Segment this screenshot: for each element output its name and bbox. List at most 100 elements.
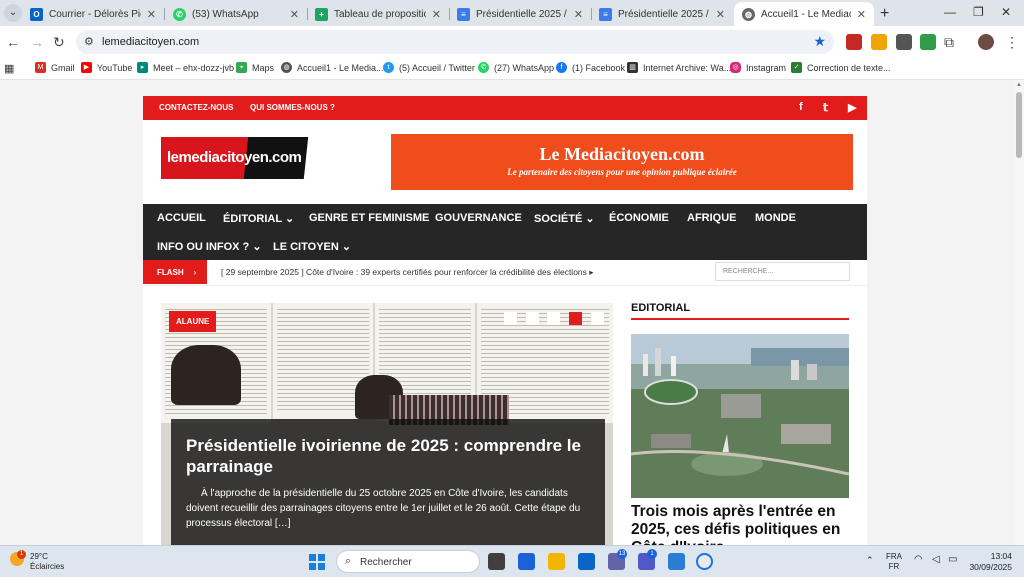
file-explorer-icon[interactable]	[548, 553, 565, 570]
about-link[interactable]: QUI SOMMES-NOUS ?	[250, 103, 335, 112]
reload-icon[interactable]: ↻	[53, 34, 65, 51]
wifi-icon[interactable]: ◠	[914, 555, 923, 565]
tray-chevron-up-icon[interactable]: ⌃	[866, 555, 874, 565]
minimize-icon[interactable]: —	[944, 5, 956, 19]
close-icon[interactable]: ✕	[147, 8, 156, 21]
bookmark-maps[interactable]: ⌖ Maps	[236, 62, 274, 73]
weather-widget[interactable]: 29°C Éclaircies	[30, 552, 64, 572]
nav-afrique[interactable]: AFRIQUE	[687, 212, 737, 224]
bookmark-whatsapp[interactable]: ✆ (27) WhatsApp	[478, 62, 554, 73]
whatsapp-icon: ✆	[173, 7, 186, 21]
hero-slider[interactable]: ALAUNE Présidentielle ivoirienne de 2025…	[161, 303, 613, 545]
language-indicator[interactable]: FRA FR	[886, 552, 902, 572]
window-close-icon[interactable]: ✕	[1001, 5, 1011, 19]
extension-icon[interactable]	[896, 34, 912, 50]
extension-icon[interactable]	[920, 34, 936, 50]
forward-icon[interactable]: →	[30, 34, 44, 50]
chrome-icon[interactable]	[696, 553, 713, 570]
start-button-icon[interactable]	[309, 554, 325, 570]
slider-dot-4[interactable]	[569, 312, 582, 325]
task-view-icon[interactable]	[488, 553, 505, 570]
meet-icon: ▸	[137, 62, 148, 73]
volume-icon[interactable]: ◁	[932, 555, 940, 565]
restore-icon[interactable]: ❐	[973, 5, 984, 19]
twitter-icon[interactable]: 𝕥	[823, 101, 828, 114]
bookmark-correction[interactable]: ✓ Correction de texte...	[791, 62, 891, 73]
photo-person	[171, 345, 241, 405]
globe-icon: ◍	[281, 62, 292, 73]
search-icon: ⌕	[345, 555, 352, 567]
nav-monde[interactable]: MONDE	[755, 212, 796, 224]
nav-le-citoyen[interactable]: LE CITOYEN ⌄	[273, 240, 351, 253]
tab-docs-1[interactable]: ≡ Présidentielle 2025 / Dans ✕	[449, 2, 591, 26]
bookmark-facebook[interactable]: f (1) Facebook	[556, 62, 625, 73]
facebook-icon[interactable]: f	[799, 101, 803, 113]
battery-icon[interactable]: ▭	[948, 555, 957, 565]
close-icon[interactable]: ✕	[716, 8, 725, 21]
tab-search-icon[interactable]: ⌄	[4, 4, 22, 22]
nav-editorial[interactable]: ÉDITORIAL ⌄	[223, 212, 294, 225]
system-clock[interactable]: 13:04 30/09/2025	[960, 551, 1012, 573]
nav-economie[interactable]: ÉCONOMIE	[609, 212, 669, 224]
tab-docs-2[interactable]: ≡ Présidentielle 2025 / Dans ✕	[591, 2, 733, 26]
taskbar-search[interactable]: ⌕ Rechercher	[336, 550, 480, 573]
apps-grid-icon[interactable]: ▦	[4, 62, 14, 75]
scrollbar-thumb[interactable]	[1016, 92, 1022, 158]
page-scrollbar[interactable]: ▲	[1014, 80, 1024, 545]
site-logo[interactable]: lemediacitoyen.com	[161, 137, 309, 179]
tab-whatsapp[interactable]: ✆ (53) WhatsApp ✕	[165, 2, 307, 26]
nav-societe[interactable]: SOCIÉTÉ ⌄	[534, 212, 595, 225]
bookmark-twitter[interactable]: t (5) Accueil / Twitter	[383, 62, 475, 73]
flash-ticker-link[interactable]: [ 29 septembre 2025 ] Côte d'Ivoire : 39…	[221, 267, 594, 278]
header-banner[interactable]: Le Mediacitoyen.com Le partenaire des ci…	[391, 134, 853, 190]
address-bar[interactable]: ⚙ lemediacitoyen.com ★	[76, 30, 834, 54]
slider-dot-5[interactable]	[591, 312, 604, 325]
bookmark-youtube[interactable]: ▶ YouTube	[81, 62, 132, 73]
back-icon[interactable]: ←	[6, 34, 20, 50]
contact-link[interactable]: CONTACTEZ-NOUS	[159, 103, 234, 112]
slider-dot-2[interactable]	[526, 312, 539, 325]
menu-dots-icon[interactable]: ⋮	[1005, 34, 1019, 51]
extensions-puzzle-icon[interactable]: ⧉	[944, 34, 954, 51]
slider-dot-3[interactable]	[547, 312, 560, 325]
scroll-up-icon[interactable]: ▲	[1016, 82, 1022, 88]
nav-gouvernance[interactable]: GOUVERNANCE	[435, 212, 522, 224]
tab-title: Accueil1 - Le Mediacitoyen	[761, 8, 851, 20]
bookmark-meet[interactable]: ▸ Meet – ehx-dozz-jvb	[137, 62, 234, 73]
new-tab-icon[interactable]: +	[880, 5, 889, 23]
alaune-badge[interactable]: ALAUNE	[169, 311, 217, 332]
tab-sheets[interactable]: + Tableau de proposition de ✕	[307, 2, 449, 26]
hero-title-link[interactable]: Présidentielle ivoirienne de 2025 : comp…	[186, 435, 596, 477]
extension-icon[interactable]	[871, 34, 887, 50]
url-text[interactable]: lemediacitoyen.com	[102, 36, 199, 48]
site-search-input[interactable]: RECHERCHE...	[715, 262, 850, 281]
close-icon[interactable]: ✕	[574, 8, 583, 21]
site-info-icon[interactable]: ⚙	[84, 35, 94, 48]
close-icon[interactable]: ✕	[432, 8, 441, 21]
tab-outlook[interactable]: O Courrier - Délorès Pie - Ou ✕	[22, 2, 164, 26]
chevron-down-icon: ⌄	[284, 213, 295, 225]
youtube-icon[interactable]: ▶	[848, 101, 856, 114]
bookmark-star-icon[interactable]: ★	[813, 33, 826, 50]
docs-icon: ≡	[457, 7, 470, 21]
store-icon[interactable]	[518, 553, 535, 570]
close-icon[interactable]: ✕	[290, 8, 299, 21]
slider-dot-1[interactable]	[504, 312, 517, 325]
bookmark-instagram[interactable]: ◎ Instagram	[730, 62, 786, 73]
outlook-icon: O	[30, 7, 43, 21]
close-icon[interactable]: ✕	[857, 8, 866, 21]
sidebar-headline-link[interactable]: Trois mois après l'entrée en 2025, ces d…	[631, 503, 841, 545]
tab-mediacitoyen[interactable]: ◍ Accueil1 - Le Mediacitoyen ✕	[734, 2, 874, 26]
profile-avatar[interactable]	[978, 34, 994, 50]
nav-accueil[interactable]: ACCUEIL	[157, 212, 206, 224]
outlook-app-icon[interactable]	[578, 553, 595, 570]
bookmark-mediacitoyen[interactable]: ◍ Accueil1 - Le Media...	[281, 62, 384, 73]
bookmark-gmail[interactable]: M Gmail	[35, 62, 75, 73]
nav-genre-feminisme[interactable]: GENRE ET FEMINISME	[309, 212, 429, 224]
app-icon[interactable]	[668, 553, 685, 570]
bookmark-internet-archive[interactable]: ▥ Internet Archive: Wa...	[627, 62, 731, 73]
whatsapp-icon: ✆	[478, 62, 489, 73]
sidebar-article-image[interactable]	[631, 334, 849, 498]
nav-info-ou-infox[interactable]: INFO OU INFOX ? ⌄	[157, 240, 262, 253]
extension-new-icon[interactable]	[846, 34, 862, 50]
